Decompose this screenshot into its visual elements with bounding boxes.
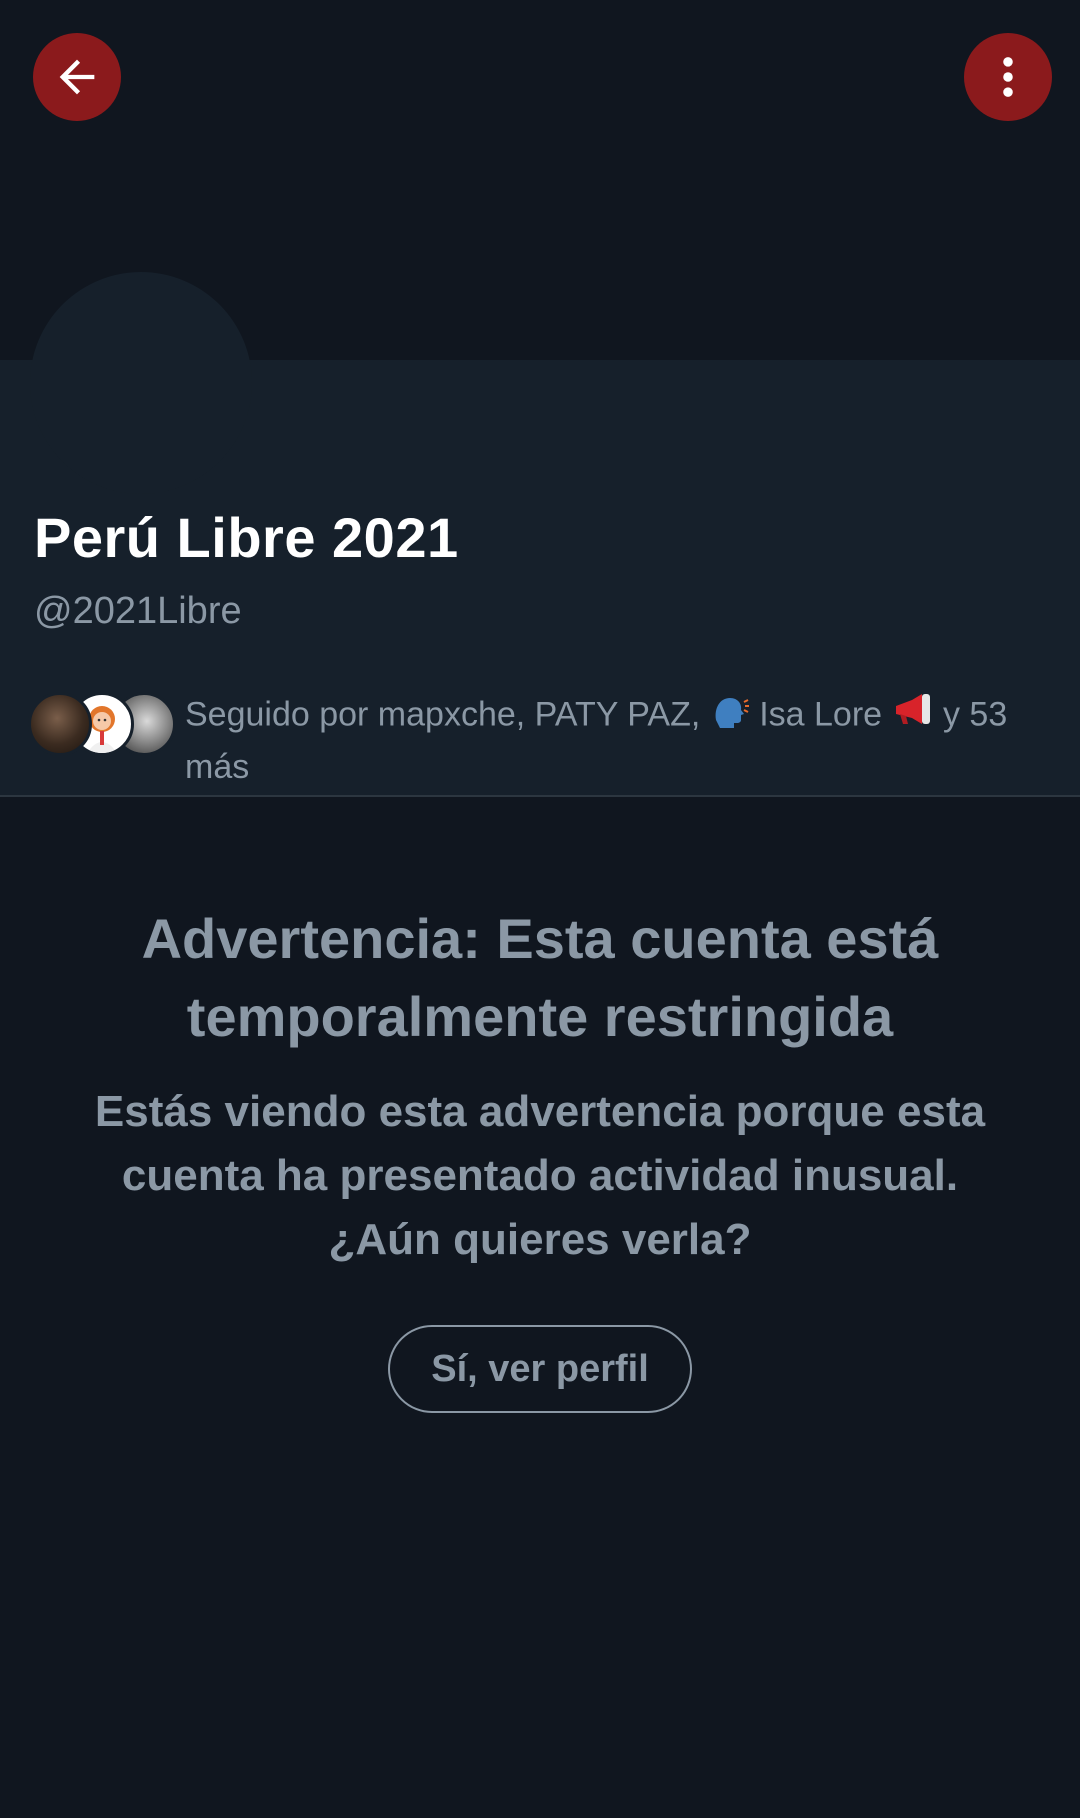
follower-name-isa: Isa Lore xyxy=(759,695,883,734)
profile-avatar[interactable] xyxy=(30,272,252,494)
followed-by-row[interactable]: Seguido por mapxche, PATY PAZ, Isa Lore … xyxy=(28,690,1058,786)
warning-title: Advertencia: Esta cuenta está temporalme… xyxy=(141,907,939,1048)
followers-prefix: Seguido por mapxche, PATY PAZ, xyxy=(185,695,701,734)
display-name: Perú Libre 2021 xyxy=(34,506,459,569)
vertical-dots-icon xyxy=(1003,57,1013,97)
warning-body: Estás viendo esta advertencia porque est… xyxy=(94,1087,986,1264)
megaphone-icon xyxy=(892,690,934,743)
view-profile-button[interactable]: Sí, ver perfil xyxy=(388,1325,692,1413)
arrow-left-icon xyxy=(59,59,95,95)
speaking-head-icon xyxy=(710,690,750,743)
followed-by-text: Seguido por mapxche, PATY PAZ, Isa Lore … xyxy=(185,690,1065,791)
more-options-button[interactable] xyxy=(964,33,1052,121)
profile-page: Perú Libre 2021 @2021Libre Seguido por m… xyxy=(0,0,1080,1818)
restricted-account-warning: Advertencia: Esta cuenta está temporalme… xyxy=(0,900,1080,1272)
follower-avatar xyxy=(28,692,92,756)
back-button[interactable] xyxy=(33,33,121,121)
profile-handle: @2021Libre xyxy=(34,590,242,632)
